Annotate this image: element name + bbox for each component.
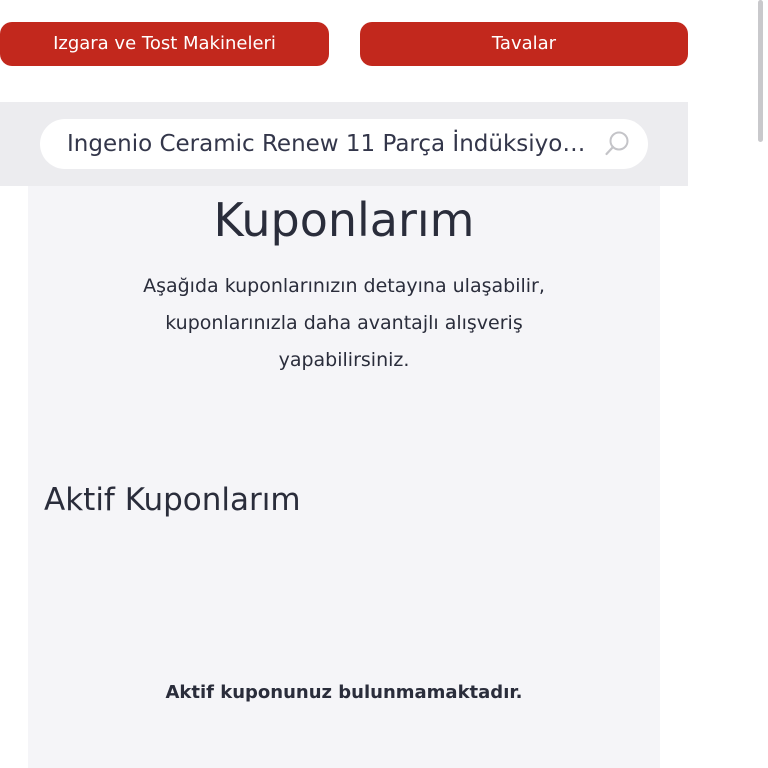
category-button-pans[interactable]: Tavalar: [360, 22, 688, 66]
search-input-value[interactable]: Ingenio Ceramic Renew 11 Parça İndüksiyo…: [67, 119, 589, 169]
search-bar-area: Ingenio Ceramic Renew 11 Parça İndüksiyo…: [0, 102, 688, 186]
search-icon[interactable]: [604, 130, 632, 158]
search-input[interactable]: Ingenio Ceramic Renew 11 Parça İndüksiyo…: [40, 119, 648, 169]
page-title: Kuponlarım: [213, 193, 475, 247]
category-button-grill-toaster[interactable]: Izgara ve Tost Makineleri: [0, 22, 329, 66]
scrollbar[interactable]: [758, 0, 763, 142]
page-description: Aşağıda kuponlarınızın detayına ulaşabil…: [143, 275, 545, 371]
empty-coupons-message: Aktif kuponunuz bulunmamaktadır.: [165, 682, 523, 703]
active-coupons-title: Aktif Kuponlarım: [44, 482, 301, 518]
